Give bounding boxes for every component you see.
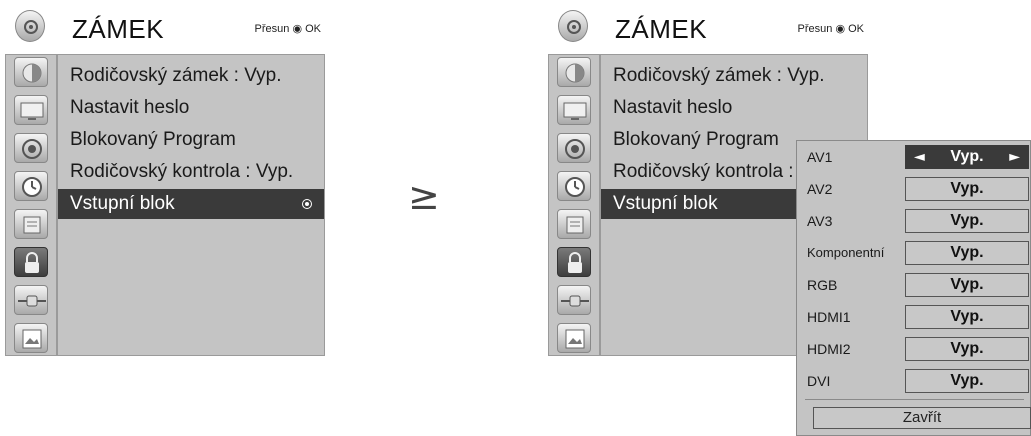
screen-icon[interactable] bbox=[557, 95, 591, 125]
input-value-selector[interactable]: Vyp. bbox=[905, 209, 1029, 233]
menu-header: ZÁMEK Přesun ◉ OK bbox=[600, 0, 868, 54]
menu-list: Rodičovský zámek : Vyp. Nastavit heslo B… bbox=[57, 54, 325, 356]
input-value-selector[interactable]: Vyp. bbox=[905, 305, 1029, 329]
lock-menu-before: ZÁMEK Přesun ◉ OK Rodičovský zámek : Vyp… bbox=[5, 0, 325, 356]
input-icon[interactable] bbox=[14, 285, 48, 315]
input-label: AV3 bbox=[807, 213, 833, 229]
transition-arrow: ≥ bbox=[408, 174, 440, 218]
option-icon[interactable] bbox=[14, 209, 48, 239]
audio-icon[interactable] bbox=[557, 133, 591, 163]
input-value-selector[interactable]: Vyp. bbox=[905, 369, 1029, 393]
input-value-selector[interactable]: Vyp. bbox=[905, 337, 1029, 361]
input-row-av2: AV2 Vyp. bbox=[797, 175, 1031, 203]
photo-icon[interactable] bbox=[14, 323, 48, 353]
menu-item-parental-lock[interactable]: Rodičovský zámek : Vyp. bbox=[58, 61, 324, 91]
input-label: AV2 bbox=[807, 181, 833, 197]
time-icon[interactable] bbox=[14, 171, 48, 201]
menu-item-set-password[interactable]: Nastavit heslo bbox=[601, 93, 867, 123]
sidebar-body bbox=[548, 54, 600, 356]
input-row-rgb: RGB Vyp. bbox=[797, 271, 1031, 299]
input-value: Vyp. bbox=[950, 148, 984, 165]
input-label: RGB bbox=[807, 277, 838, 293]
menu-title: ZÁMEK bbox=[615, 14, 708, 44]
picture-icon[interactable] bbox=[557, 57, 591, 87]
lock-icon[interactable] bbox=[557, 247, 591, 277]
sidebar-body bbox=[5, 54, 57, 356]
close-button[interactable]: Zavřít bbox=[813, 407, 1031, 429]
input-label: DVI bbox=[807, 373, 831, 389]
navigation-hint: Přesun ◉ OK bbox=[254, 23, 321, 35]
input-label: Komponentní bbox=[807, 245, 885, 260]
category-sidebar bbox=[548, 0, 600, 356]
category-sidebar bbox=[5, 0, 57, 356]
input-icon[interactable] bbox=[557, 285, 591, 315]
input-value-selector[interactable]: ◄ Vyp. ► bbox=[905, 145, 1029, 169]
setup-icon[interactable] bbox=[558, 10, 588, 42]
menu-item-input-block[interactable]: Vstupní blok bbox=[58, 189, 324, 219]
menu-item-parental-lock[interactable]: Rodičovský zámek : Vyp. bbox=[601, 61, 867, 91]
audio-icon[interactable] bbox=[14, 133, 48, 163]
sidebar-header bbox=[548, 0, 600, 54]
menu-item-label: Vstupní blok bbox=[70, 193, 175, 214]
divider bbox=[805, 399, 1024, 400]
option-icon[interactable] bbox=[557, 209, 591, 239]
photo-icon[interactable] bbox=[557, 323, 591, 353]
menu-title: ZÁMEK bbox=[72, 14, 165, 44]
input-label: HDMI1 bbox=[807, 309, 851, 325]
input-label: AV1 bbox=[807, 149, 833, 165]
menu-item-block-program[interactable]: Blokovaný Program bbox=[58, 125, 324, 155]
input-row-hdmi2: HDMI2 Vyp. bbox=[797, 335, 1031, 363]
lock-icon[interactable] bbox=[14, 247, 48, 277]
navigation-hint: Přesun ◉ OK bbox=[797, 23, 864, 35]
time-icon[interactable] bbox=[557, 171, 591, 201]
picture-icon[interactable] bbox=[14, 57, 48, 87]
input-row-av1: AV1 ◄ Vyp. ► bbox=[797, 143, 1031, 171]
input-value-selector[interactable]: Vyp. bbox=[905, 273, 1029, 297]
menu-item-set-password[interactable]: Nastavit heslo bbox=[58, 93, 324, 123]
input-value-selector[interactable]: Vyp. bbox=[905, 241, 1029, 265]
select-indicator-icon bbox=[302, 199, 312, 209]
sidebar-header bbox=[5, 0, 57, 54]
input-row-hdmi1: HDMI1 Vyp. bbox=[797, 303, 1031, 331]
input-value-selector[interactable]: Vyp. bbox=[905, 177, 1029, 201]
menu-header: ZÁMEK Přesun ◉ OK bbox=[57, 0, 325, 54]
setup-icon[interactable] bbox=[15, 10, 45, 42]
menu-item-parental-guidance[interactable]: Rodičovský kontrola : Vyp. bbox=[58, 157, 324, 187]
input-row-component: Komponentní Vyp. bbox=[797, 239, 1031, 267]
arrow-right-icon[interactable]: ► bbox=[1009, 146, 1020, 168]
arrow-left-icon[interactable]: ◄ bbox=[914, 146, 925, 168]
input-row-av3: AV3 Vyp. bbox=[797, 207, 1031, 235]
input-row-dvi: DVI Vyp. bbox=[797, 367, 1031, 395]
input-block-popup: AV1 ◄ Vyp. ► AV2 Vyp. AV3 Vyp. Komponent… bbox=[796, 140, 1031, 436]
input-label: HDMI2 bbox=[807, 341, 851, 357]
screen-icon[interactable] bbox=[14, 95, 48, 125]
